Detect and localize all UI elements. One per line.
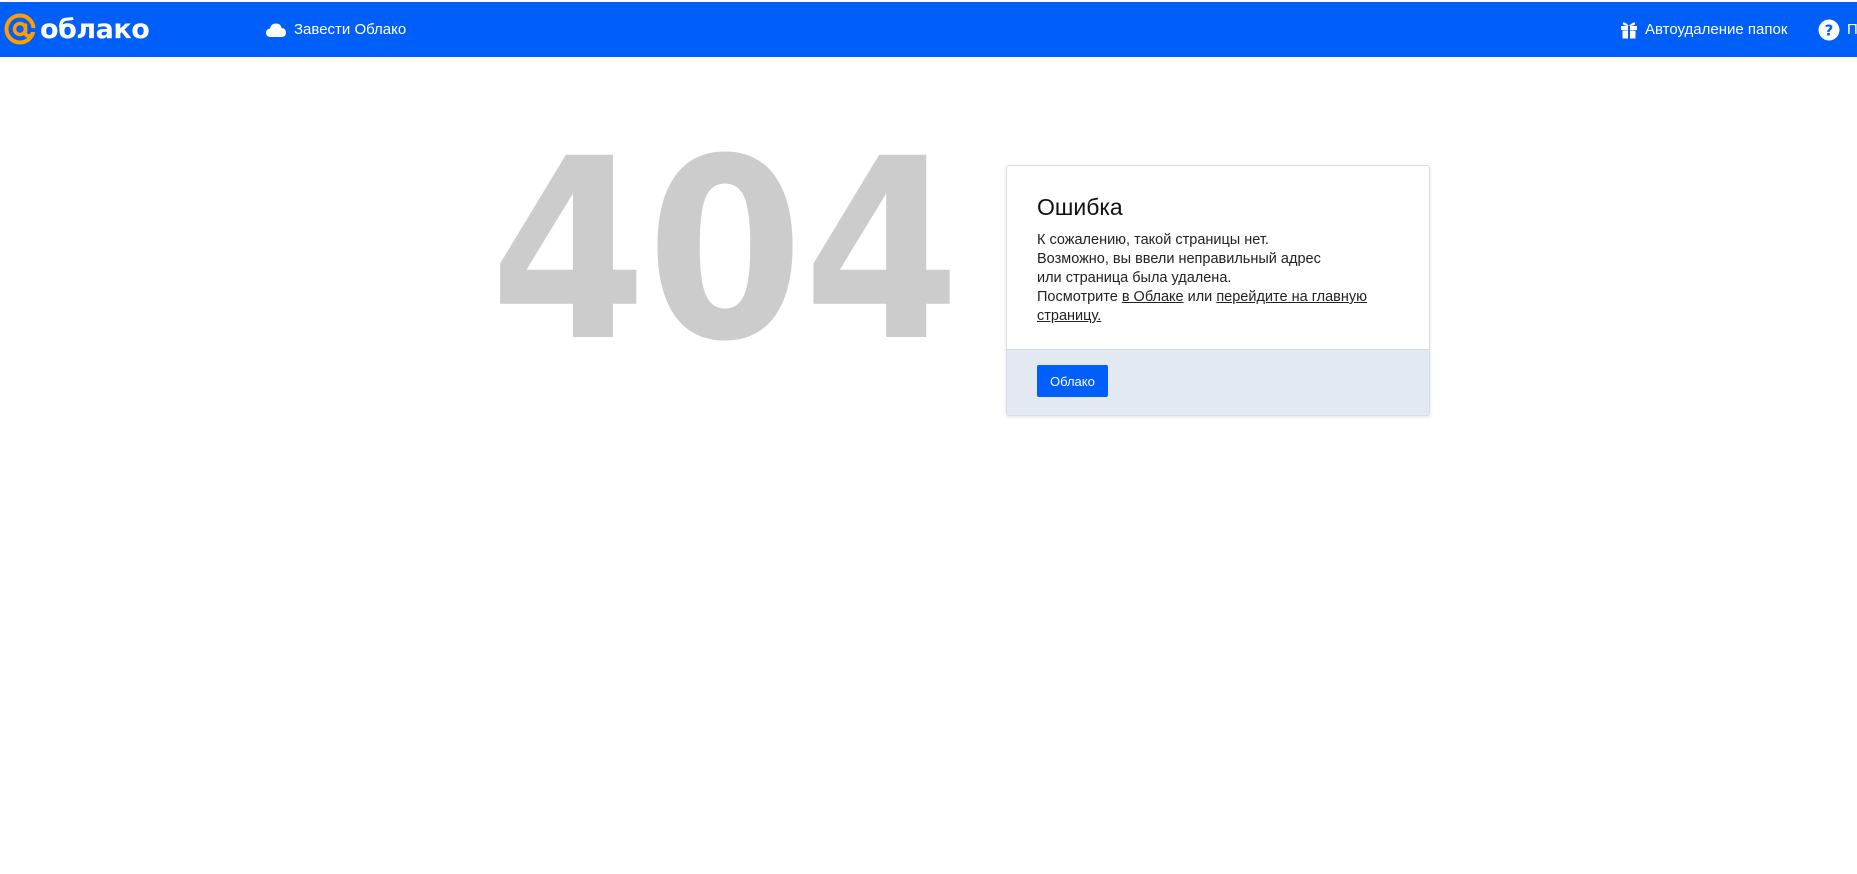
error-message: К сожалению, такой страницы нет. Возможн… bbox=[1037, 231, 1399, 326]
help-label: П bbox=[1847, 21, 1857, 38]
at-sign-icon bbox=[4, 13, 37, 45]
question-circle-icon: ? bbox=[1818, 19, 1840, 41]
error-code-text: 404 bbox=[490, 137, 960, 357]
error-card-body: Ошибка К сожалению, такой страницы нет. … bbox=[1007, 166, 1429, 349]
cloud-button[interactable]: Облако bbox=[1037, 365, 1108, 397]
error-line-4-prefix: Посмотрите bbox=[1037, 289, 1122, 305]
error-card-footer: Облако bbox=[1007, 349, 1429, 415]
create-cloud-label: Завести Облако bbox=[294, 21, 407, 38]
svg-text:?: ? bbox=[1825, 21, 1834, 39]
error-card: Ошибка К сожалению, такой страницы нет. … bbox=[1006, 165, 1430, 416]
error-line-4-middle: или bbox=[1183, 289, 1217, 305]
cloud-link[interactable]: в Облаке bbox=[1122, 289, 1184, 305]
help-link[interactable]: ? П bbox=[1818, 2, 1857, 57]
error-line-3: или страница была удалена. bbox=[1037, 270, 1232, 286]
error-line-1: К сожалению, такой страницы нет. bbox=[1037, 232, 1269, 248]
error-line-4: Посмотрите в Облаке или перейдите на гла… bbox=[1037, 288, 1399, 326]
top-navbar: облако Завести Облако Автоудаление папок… bbox=[0, 2, 1857, 57]
autodelete-folders-label: Автоудаление папок bbox=[1645, 21, 1788, 38]
error-line-2: Возможно, вы ввели неправильный адрес bbox=[1037, 251, 1321, 267]
error-code: 404 bbox=[490, 105, 960, 396]
create-cloud-link[interactable]: Завести Облако bbox=[265, 2, 406, 57]
cloud-icon bbox=[265, 22, 287, 38]
autodelete-folders-link[interactable]: Автоудаление папок bbox=[1620, 2, 1787, 57]
error-title: Ошибка bbox=[1037, 194, 1123, 220]
logo-text: облако bbox=[40, 13, 150, 45]
logo[interactable]: облако bbox=[3, 13, 150, 45]
gift-icon bbox=[1620, 20, 1638, 39]
